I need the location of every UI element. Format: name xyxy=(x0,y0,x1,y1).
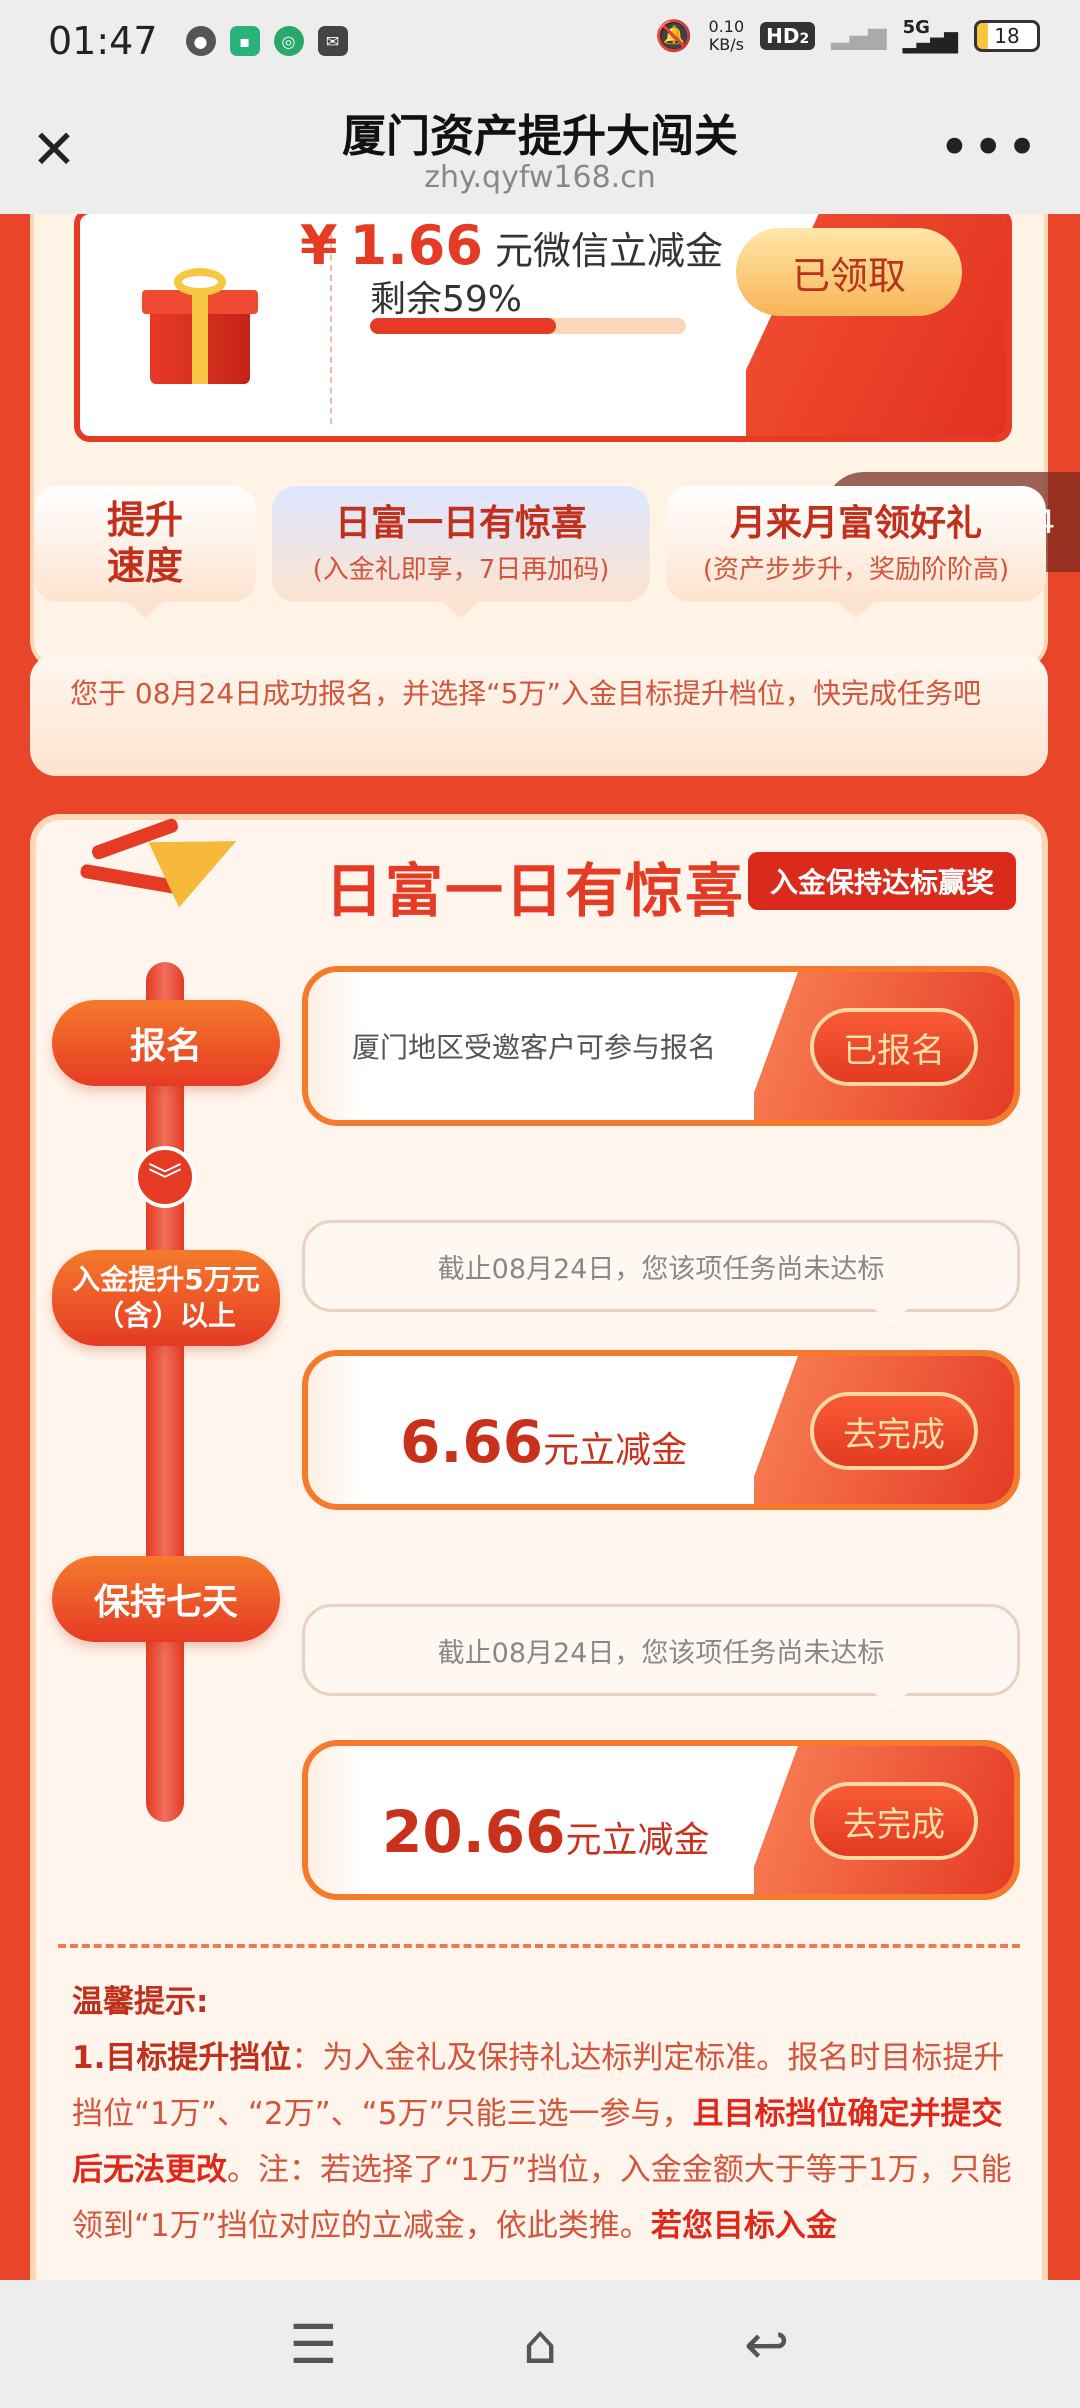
complete-button[interactable]: 去完成 xyxy=(810,1392,978,1470)
task-reward: 6.66元立减金 xyxy=(400,1408,687,1476)
mute-icon: 🔕 xyxy=(655,18,693,54)
task-card-deposit: 6.66元立减金 去完成 xyxy=(302,1350,1020,1510)
battery-level: 18 xyxy=(994,24,1020,48)
tips-p1-title: 1.目标提升挡位 xyxy=(72,2040,292,2076)
main-section-badge: 入金保持达标赢奖 xyxy=(748,852,1016,910)
home-icon[interactable]: ⌂ xyxy=(505,2313,575,2376)
signal-5g-icon: 5G ▂▄▆█ xyxy=(902,19,958,54)
back-icon[interactable]: ↩ xyxy=(732,2313,802,2376)
net-speed-unit: KB/s xyxy=(708,35,744,54)
step-keep-seven-days: 保持七天 xyxy=(52,1556,280,1642)
status-time: 01:47 xyxy=(48,19,158,63)
main-section-title: 日富一日有惊喜 xyxy=(325,857,746,925)
task-description: 厦门地区受邀客户可参与报名 xyxy=(352,1031,717,1064)
task-reward-amount: 6.66 xyxy=(400,1408,544,1476)
tips-p1-d: 若您目标入金 xyxy=(650,2208,837,2244)
chevron-down-icon: ︾ xyxy=(134,1146,196,1208)
app-icon-circle: ◎ xyxy=(273,26,304,56)
task-reward: 20.66元立减金 xyxy=(382,1798,709,1866)
signal-5g-bars: ▂▄▆█ xyxy=(902,33,958,54)
task-reward-suffix: 元立减金 xyxy=(543,1430,688,1471)
hd-label: HD xyxy=(766,24,800,48)
tips-heading: 温馨提示: xyxy=(72,1984,209,2020)
net-speed-value: 0.10 xyxy=(708,17,745,36)
tips-divider xyxy=(58,1944,1020,1948)
status-right: 🔕 0.10 KB/s HD2 ▂▄▆ 5G ▂▄▆█ 18 xyxy=(655,18,1040,54)
page-url: zhy.qyfw168.cn xyxy=(424,160,656,195)
hd-icon: HD2 xyxy=(760,22,816,50)
message-icon: ✉ xyxy=(317,26,348,56)
app-icon-green: ▪ xyxy=(229,26,260,56)
megaphone-icon xyxy=(70,792,270,922)
tips-section: 温馨提示: 1.目标提升挡位：为入金礼及保持礼达标判定标准。报名时目标提升挡位“… xyxy=(72,1974,1022,2254)
task-reward-amount: 20.66 xyxy=(382,1798,566,1866)
more-icon[interactable]: ••• xyxy=(938,116,1040,179)
hd-sub: 2 xyxy=(799,31,810,47)
tips-paragraph-1: 1.目标提升挡位：为入金礼及保持礼达标判定标准。报名时目标提升挡位“1万”、“2… xyxy=(72,2030,1022,2254)
step-deposit: 入金提升5万元（含）以上 xyxy=(52,1250,280,1346)
signal-weak-icon: ▂▄▆ xyxy=(831,22,887,50)
status-bar: 01:47 ● ▪ ◎ ✉ 🔕 0.10 KB/s HD2 ▂▄▆ 5G ▂▄▆█… xyxy=(0,0,1080,82)
progress-track xyxy=(146,962,184,1822)
menu-icon[interactable]: ☰ xyxy=(278,2313,348,2376)
battery-icon: 18 xyxy=(974,20,1040,52)
complete-button[interactable]: 去完成 xyxy=(810,1782,978,1860)
task-status-bubble: 截止08月24日，您该项任务尚未达标 xyxy=(302,1604,1020,1711)
step-signup: 报名 xyxy=(52,1000,280,1086)
task-card-keep: 20.66元立减金 去完成 xyxy=(302,1740,1020,1900)
nav-bar: ✕ 厦门资产提升大闯关 zhy.qyfw168.cn ••• xyxy=(0,82,1080,214)
page-title: 厦门资产提升大闯关 xyxy=(342,111,738,162)
bottom-nav: ☰ ⌂ ↩ xyxy=(0,2280,1080,2408)
wechat-icon: ● xyxy=(185,26,216,56)
main-section-wrapper: 日富一日有惊喜 入金保持达标赢奖 报名 ︾ 入金提升5万元（含）以上 保持七天 … xyxy=(0,214,1080,2280)
task-reward-suffix: 元立减金 xyxy=(565,1820,710,1861)
net-speed: 0.10 KB/s xyxy=(709,18,745,54)
task-card-signup: 厦门地区受邀客户可参与报名 已报名 xyxy=(302,966,1020,1126)
task-status-bubble: 截止08月24日，您该项任务尚未达标 xyxy=(302,1220,1020,1327)
signed-up-button[interactable]: 已报名 xyxy=(810,1008,978,1086)
